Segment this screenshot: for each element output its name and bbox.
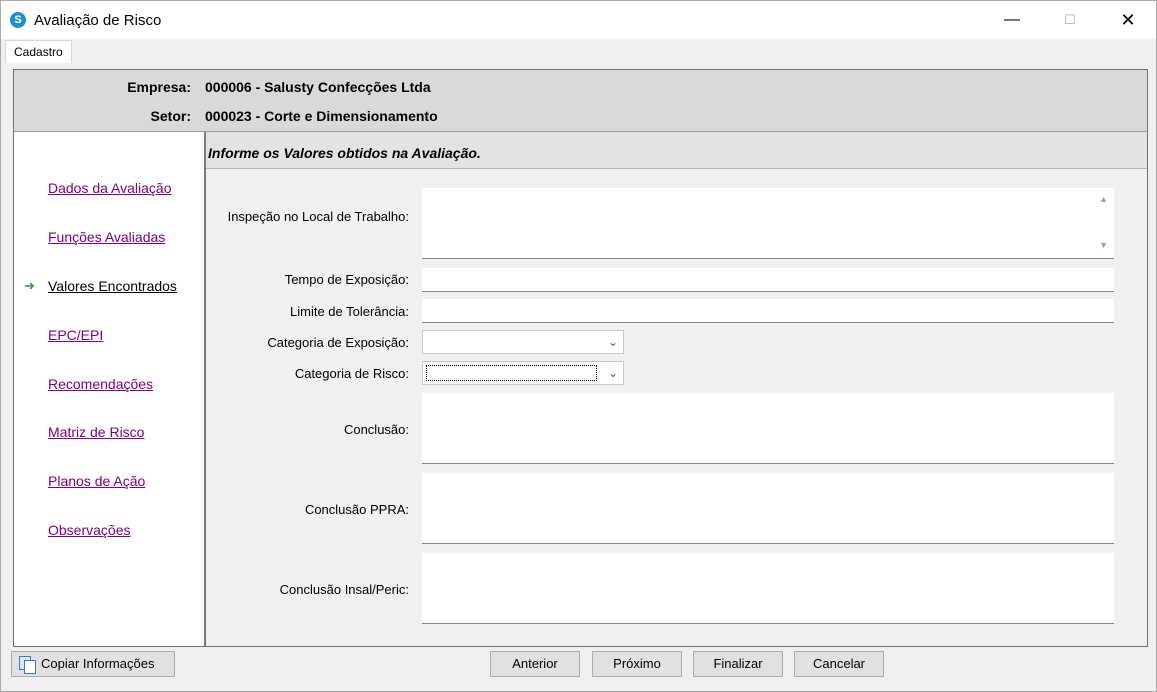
scroll-down-icon[interactable]: ▼: [1099, 240, 1108, 250]
window: S Avaliação de Risco — ☐ ✕ Cadastro Empr…: [0, 0, 1157, 692]
sidebar-item-observacoes[interactable]: Observações: [48, 522, 130, 538]
maximize-button[interactable]: ☐: [1047, 1, 1093, 39]
sidebar-item-dados-avaliacao[interactable]: Dados da Avaliação: [48, 180, 172, 196]
conclusao-ppra-label: Conclusão PPRA:: [304, 502, 409, 517]
cancelar-button[interactable]: Cancelar: [794, 651, 884, 677]
conclusao-ppra-field[interactable]: [422, 473, 1114, 544]
copy-info-label: Copiar Informações: [41, 656, 155, 671]
section-heading: Informe os Valores obtidos na Avaliação.: [206, 132, 1147, 169]
sidebar-item-epc-epi[interactable]: EPC/EPI: [48, 327, 103, 343]
setor-value: 000023 - Corte e Dimensionamento: [205, 108, 438, 124]
tempo-exposicao-label: Tempo de Exposição:: [284, 272, 409, 287]
title-bar: S Avaliação de Risco — ☐ ✕: [1, 1, 1156, 39]
finalizar-button[interactable]: Finalizar: [693, 651, 783, 677]
anterior-button[interactable]: Anterior: [490, 651, 580, 677]
empresa-value: 000006 - Salusty Confecções Ltda: [205, 79, 431, 95]
categoria-risco-select[interactable]: ⌄: [422, 361, 624, 385]
tab-cadastro[interactable]: Cadastro: [5, 40, 72, 63]
limite-tolerancia-label: Limite de Tolerância:: [290, 304, 409, 319]
main-panel: Empresa: 000006 - Salusty Confecções Ltd…: [13, 69, 1148, 647]
sidebar-nav: Dados da Avaliação Funções Avaliadas ➜ V…: [14, 132, 206, 646]
app-logo-icon: S: [10, 12, 26, 28]
section-heading-text: Informe os Valores obtidos na Avaliação.: [208, 145, 481, 161]
sidebar-item-funcoes-avaliadas[interactable]: Funções Avaliadas: [48, 229, 165, 245]
sidebar-item-planos-acao[interactable]: Planos de Ação: [48, 473, 145, 489]
values-form: Informe os Valores obtidos na Avaliação.…: [206, 132, 1147, 646]
copy-icon: [19, 656, 36, 674]
conclusao-label: Conclusão:: [343, 422, 409, 437]
categoria-exposicao-select[interactable]: ⌄: [422, 330, 624, 354]
chevron-down-icon[interactable]: ⌄: [605, 334, 621, 350]
sidebar-item-recomendacoes[interactable]: Recomendações: [48, 376, 153, 392]
context-header: Empresa: 000006 - Salusty Confecções Ltd…: [14, 70, 1147, 132]
copy-info-button[interactable]: Copiar Informações: [11, 651, 175, 677]
menu-bar: Cadastro: [1, 39, 1156, 63]
tempo-exposicao-field[interactable]: [422, 268, 1114, 292]
categoria-risco-label: Categoria de Risco:: [294, 366, 409, 381]
empresa-label: Empresa:: [127, 79, 191, 95]
window-title: Avaliação de Risco: [34, 12, 162, 29]
sidebar-item-valores-encontrados[interactable]: Valores Encontrados: [48, 278, 177, 294]
inspecao-label: Inspeção no Local de Trabalho:: [227, 209, 409, 224]
button-bar: Copiar Informações Anterior Próximo Fina…: [1, 647, 1156, 691]
setor-label: Setor:: [150, 108, 191, 124]
close-button[interactable]: ✕: [1105, 1, 1151, 39]
conclusao-insal-label: Conclusão Insal/Peric:: [279, 582, 409, 597]
sidebar-item-matriz-risco[interactable]: Matriz de Risco: [48, 424, 144, 440]
current-step-arrow-icon: ➜: [24, 278, 35, 293]
conclusao-field[interactable]: [422, 393, 1114, 464]
categoria-exposicao-label: Categoria de Exposição:: [267, 335, 409, 350]
conclusao-insal-field[interactable]: [422, 553, 1114, 624]
inspecao-field[interactable]: ▲ ▼: [422, 188, 1114, 259]
chevron-down-icon[interactable]: ⌄: [605, 365, 621, 381]
minimize-button[interactable]: —: [989, 1, 1035, 39]
scroll-up-icon[interactable]: ▲: [1099, 194, 1108, 204]
limite-tolerancia-field[interactable]: [422, 299, 1114, 323]
proximo-button[interactable]: Próximo: [592, 651, 682, 677]
focus-rect: [426, 365, 597, 381]
